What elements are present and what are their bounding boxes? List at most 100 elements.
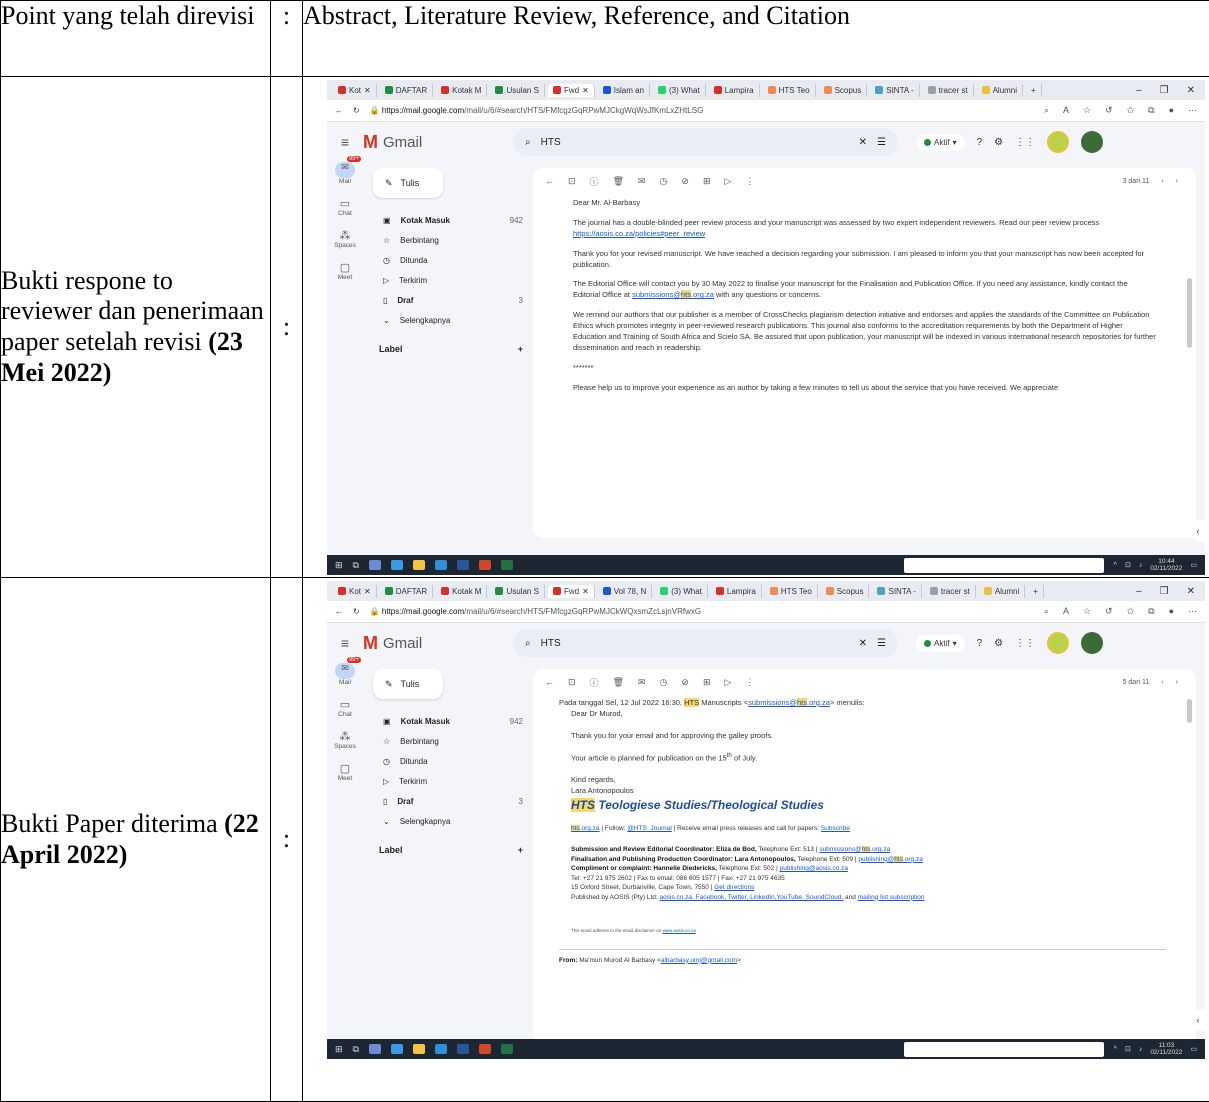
archive-icon[interactable]: ⊡ [568,677,576,688]
network-icon[interactable]: ⊡ [1125,561,1131,569]
settings-icon[interactable]: ⚙ [994,137,1003,148]
add-label-icon[interactable]: + [518,845,523,855]
apps-icon[interactable]: ⋮⋮ [1015,137,1035,148]
back-icon[interactable]: ← [545,677,554,687]
mark-unread-icon[interactable]: ✉ [638,677,646,688]
mailing-list-link[interactable]: mailing list subscription [858,894,925,901]
notification-icon[interactable]: ▭ [1190,561,1197,569]
url-field[interactable]: 🔒 https://mail.google.com/mail/u/6/#sear… [370,106,1034,115]
back-icon[interactable]: ← [335,106,343,115]
tab[interactable]: Scopus [821,585,870,598]
report-icon[interactable]: ⓘ [590,175,599,188]
tab[interactable]: Usulan S [490,585,544,598]
avatar[interactable] [1081,131,1103,153]
nav-inbox[interactable]: ▣Kotak Masuk942 [373,711,523,731]
twitter-link[interactable]: @HTS_Journal [627,825,672,832]
tab[interactable]: tracer st [925,585,976,598]
close-icon[interactable]: ✕ [1187,586,1195,597]
rail-mail[interactable]: ✉99+Mail [327,663,363,686]
email-link[interactable]: publishing@aosis.co.za [780,865,848,872]
email-link[interactable]: publishing@hts.org.za [858,856,922,863]
label-icon[interactable]: ▷ [725,677,732,688]
taskbar-app-icon[interactable] [501,560,513,570]
search-query[interactable]: HTS [541,137,849,148]
tab[interactable]: tracer st [923,84,974,97]
clear-search-icon[interactable]: ✕ [859,137,867,148]
tab[interactable]: (3) What [653,84,706,97]
taskbar-search[interactable] [904,1042,1104,1057]
reload-icon[interactable]: ↻ [353,607,360,616]
add-task-icon[interactable]: ⊘ [681,176,689,187]
label-icon[interactable]: ▷ [725,176,732,187]
rail-meet[interactable]: ▢Meet [327,261,363,281]
prev-icon[interactable]: ‹ [1161,679,1163,686]
taskbar-app-icon[interactable] [369,1044,381,1054]
more-icon[interactable]: ⋯ [1188,606,1197,617]
peer-review-link[interactable]: https://aosis.co.za/policies#peer_review [573,229,705,238]
more-icon[interactable]: ⋮ [745,677,754,688]
tab[interactable]: HTS Teo [765,585,818,598]
menu-icon[interactable]: ≡ [327,134,363,150]
submissions-link[interactable]: submissions@hts.org.za [632,290,714,299]
apps-icon[interactable]: ⋮⋮ [1015,638,1035,649]
rail-mail[interactable]: ✉99+Mail [327,162,363,185]
taskbar-app-icon[interactable] [479,560,491,570]
avatar[interactable] [1081,632,1103,654]
nav-drafts[interactable]: ▯Draf3 [373,791,523,811]
task-view-icon[interactable]: ⧉ [353,560,359,571]
tab[interactable]: Lampira [711,585,762,598]
compose-button[interactable]: ✎Tulis [373,669,443,699]
notification-icon[interactable]: ▭ [1190,1045,1197,1053]
tab[interactable]: Kotak M [436,84,487,97]
rail-spaces[interactable]: ⁂Spaces [327,229,363,249]
filter-icon[interactable]: ☰ [877,137,886,148]
more-icon[interactable]: ⋯ [1188,105,1197,116]
taskbar-app-icon[interactable] [413,560,425,570]
tab-active[interactable]: Fwd ✕ [548,585,595,598]
scrollbar[interactable] [1187,278,1192,348]
taskbar-app-icon[interactable] [413,1044,425,1054]
task-view-icon[interactable]: ⧉ [353,1044,359,1055]
windows-start-icon[interactable]: ⊞ [335,1044,343,1055]
snooze-icon[interactable]: ◷ [660,176,668,187]
taskbar-app-icon[interactable] [457,560,469,570]
tab[interactable]: Alumni [979,585,1025,598]
tab[interactable]: Islam an [598,84,650,97]
back-icon[interactable]: ← [545,176,554,186]
scrollbar[interactable] [1187,699,1192,723]
refresh-icon[interactable]: ↺ [1105,606,1113,617]
back-icon[interactable]: ← [335,607,343,616]
tab[interactable]: Usulan S [490,84,544,97]
nav-sent[interactable]: ▷Terkirim [373,771,523,791]
reload-icon[interactable]: ↻ [353,106,360,115]
tab[interactable]: HTS Teo [763,84,816,97]
mark-unread-icon[interactable]: ✉ [638,176,646,187]
subscribe-link[interactable]: Subscribe [821,825,850,832]
favorite-icon[interactable]: ☆ [1083,105,1091,116]
tab[interactable]: DAFTAR [380,585,433,598]
tab[interactable]: (3) What [655,585,708,598]
taskbar-app-icon[interactable] [457,1044,469,1054]
search-icon[interactable]: ⌕ [525,137,531,148]
new-tab-icon[interactable]: + [1026,84,1042,97]
collections-icon[interactable]: ⧉ [1148,105,1154,116]
taskbar-app-icon[interactable] [435,560,447,570]
delete-icon[interactable]: 🗑 [613,176,624,187]
gmail-logo[interactable]: MGmail [363,633,513,654]
search-icon[interactable]: ⌕ [1044,606,1049,617]
nav-snoozed[interactable]: ◷Ditunda [373,250,523,270]
rail-chat[interactable]: ▭Chat [327,698,363,718]
tab[interactable]: SINTA - [872,585,921,598]
chevron-up-icon[interactable]: ^ [1114,1046,1117,1053]
search-box[interactable]: ⌕ HTS ✕ ☰ [513,629,898,657]
clock[interactable]: 10:4402/11/2022 [1150,558,1182,572]
prev-icon[interactable]: ‹ [1161,178,1163,185]
move-icon[interactable]: ⊞ [703,677,711,688]
clock[interactable]: 11:0302/11/2022 [1150,1042,1182,1056]
next-icon[interactable]: › [1176,178,1178,185]
taskbar-app-icon[interactable] [435,1044,447,1054]
taskbar-app-icon[interactable] [501,1044,513,1054]
minimize-icon[interactable]: – [1136,586,1142,597]
nav-inbox[interactable]: ▣Kotak Masuk942 [373,210,523,230]
nav-more[interactable]: ⌄Selengkapnya [373,310,523,330]
